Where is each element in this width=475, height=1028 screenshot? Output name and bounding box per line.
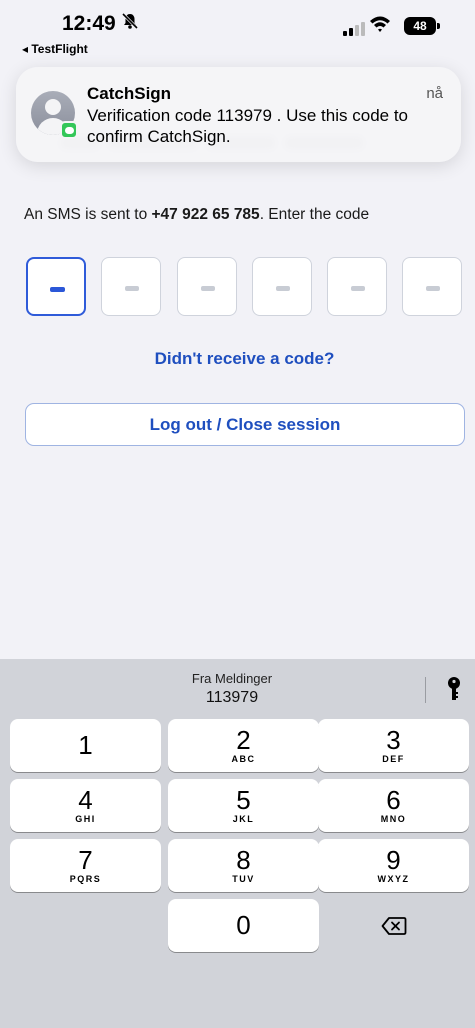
bell-slash-icon bbox=[121, 12, 139, 35]
autofill-suggestion[interactable]: Fra Meldinger 113979 bbox=[0, 659, 475, 715]
sms-suffix: . Enter the code bbox=[259, 206, 370, 223]
cellular-signal-icon bbox=[343, 22, 365, 36]
battery-icon: 48 bbox=[404, 17, 440, 35]
status-bar: 12:49 ◂ TestFlight 48 bbox=[0, 0, 475, 62]
key-2[interactable]: 2 ABC bbox=[168, 719, 319, 772]
sms-notification-banner[interactable]: CatchSign nå Verification code 113979 . … bbox=[16, 67, 461, 162]
key-9[interactable]: 9 WXYZ bbox=[318, 839, 469, 892]
code-digit-4[interactable] bbox=[252, 257, 312, 316]
suggestion-code: 113979 bbox=[205, 689, 259, 706]
key-6[interactable]: 6 MNO bbox=[318, 779, 469, 832]
back-to-testflight[interactable]: ◂ TestFlight bbox=[22, 42, 88, 56]
key-icon[interactable] bbox=[446, 676, 462, 707]
key-7[interactable]: 7 PQRS bbox=[10, 839, 161, 892]
key-1[interactable]: 1 bbox=[10, 719, 161, 772]
key-3[interactable]: 3 DEF bbox=[318, 719, 469, 772]
verification-code-input[interactable] bbox=[26, 257, 462, 316]
key-8[interactable]: 8 TUV bbox=[168, 839, 319, 892]
wifi-icon bbox=[368, 14, 392, 39]
divider bbox=[425, 677, 426, 703]
notification-sender: CatchSign bbox=[87, 84, 172, 103]
code-digit-2[interactable] bbox=[101, 257, 161, 316]
notification-time: nå bbox=[426, 85, 443, 102]
notification-message: Verification code 113979 . Use this code… bbox=[87, 106, 408, 146]
key-5[interactable]: 5 JKL bbox=[168, 779, 319, 832]
code-digit-3[interactable] bbox=[177, 257, 237, 316]
messages-app-icon bbox=[60, 121, 78, 139]
key-4[interactable]: 4 GHI bbox=[10, 779, 161, 832]
backspace-icon[interactable] bbox=[318, 899, 469, 952]
resend-code-link[interactable]: Didn't receive a code? bbox=[0, 349, 475, 369]
sms-prefix: An SMS is sent to bbox=[24, 206, 152, 223]
key-0[interactable]: 0 bbox=[168, 899, 319, 952]
code-digit-1[interactable] bbox=[26, 257, 86, 316]
numeric-keyboard: Fra Meldinger 113979 1 2 ABC 3 DEF 4 GHI 5J… bbox=[0, 659, 475, 1028]
clock: 12:49 bbox=[62, 12, 116, 35]
logout-button[interactable]: Log out / Close session bbox=[25, 403, 465, 446]
sms-sent-text: An SMS is sent to +47 922 65 785. Enter … bbox=[24, 206, 369, 224]
code-digit-6[interactable] bbox=[402, 257, 462, 316]
phone-number: +47 922 65 785 bbox=[151, 206, 260, 223]
code-digit-5[interactable] bbox=[327, 257, 387, 316]
suggestion-source: Fra Meldinger bbox=[191, 671, 273, 686]
